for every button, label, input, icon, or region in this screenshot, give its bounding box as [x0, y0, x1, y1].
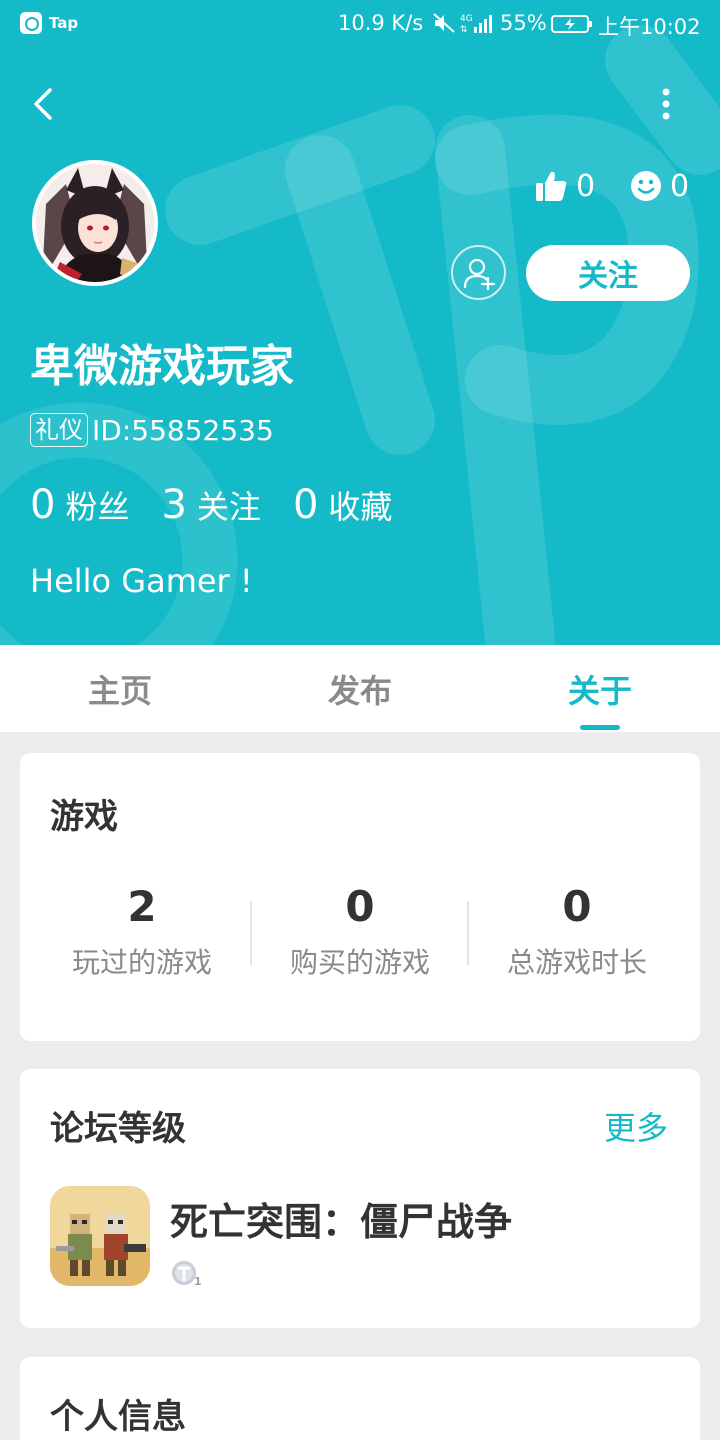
played-games-label: 玩过的游戏 [71, 946, 212, 979]
bio: Hello Gamer ! [30, 562, 253, 600]
user-id-row: 礼仪 ID:55852535 [30, 412, 274, 448]
favorites-label[interactable]: 收藏 [328, 482, 392, 528]
profile-header: Tap 10.9 K/s 4G ⇅ 55% 上午10:02 0 0 关注 卑微游… [0, 0, 720, 645]
smiles-count: 0 [670, 168, 690, 204]
more-options-button[interactable] [650, 84, 682, 124]
forum-level-title: 论坛等级 [50, 1109, 186, 1149]
clock: 上午10:02 [598, 15, 701, 39]
following-count[interactable]: 3 [161, 482, 186, 528]
purchased-games-stat[interactable]: 0 购买的游戏 [251, 881, 469, 983]
fans-count[interactable]: 0 [30, 482, 55, 528]
active-tab-indicator [580, 725, 620, 730]
purchased-games-count: 0 [345, 882, 375, 931]
user-id: ID:55852535 [92, 413, 274, 447]
playtime-stat[interactable]: 0 总游戏时长 [468, 881, 686, 983]
smile-icon [631, 171, 661, 201]
follow-stats: 0 粉丝 3 关注 0 收藏 [30, 482, 424, 532]
games-card: 游戏 2 玩过的游戏 0 购买的游戏 0 总游戏时长 [20, 753, 700, 1041]
forum-level-card: 论坛等级 更多 死亡突围：僵尸战争 1 [20, 1069, 700, 1328]
more-link[interactable]: 更多 [604, 1103, 668, 1149]
played-games-count: 2 [127, 882, 157, 931]
purchased-games-label: 购买的游戏 [289, 946, 430, 979]
playtime-value: 0 [562, 882, 592, 931]
game-icon-art [50, 1186, 150, 1286]
personal-info-title: 个人信息 [50, 1397, 186, 1437]
add-friend-button[interactable] [451, 245, 506, 300]
tab-posts[interactable]: 发布 [240, 645, 480, 732]
etiquette-badge[interactable]: 礼仪 [30, 413, 88, 447]
tab-home[interactable]: 主页 [0, 645, 240, 732]
following-label[interactable]: 关注 [197, 482, 261, 528]
status-app-name: Tap [49, 14, 79, 32]
signal-icon: 4G ⇅ [460, 14, 492, 34]
game-icon[interactable] [50, 1186, 150, 1286]
game-name[interactable]: 死亡突围：僵尸战争 [170, 1191, 512, 1246]
taptap-app-icon [20, 12, 42, 34]
add-user-icon [463, 258, 495, 290]
level-badge-icon: 1 [172, 1261, 202, 1287]
tap-watermark [0, 25, 720, 645]
personal-info-card: 个人信息 [20, 1357, 700, 1440]
playtime-label: 总游戏时长 [506, 946, 647, 979]
status-bar: Tap 10.9 K/s 4G ⇅ 55% 上午10:02 [0, 0, 720, 48]
likes-count: 0 [576, 168, 596, 204]
played-games-stat[interactable]: 2 玩过的游戏 [33, 881, 251, 983]
tab-about[interactable]: 关于 [480, 645, 720, 732]
mute-icon [433, 13, 455, 33]
level-number: 1 [194, 1275, 202, 1287]
battery-charging-icon [551, 15, 592, 33]
follow-button[interactable]: 关注 [526, 245, 690, 301]
svg-text:⇅: ⇅ [460, 25, 468, 34]
username: 卑微游戏玩家 [30, 341, 294, 392]
svg-text:4G: 4G [460, 14, 473, 24]
smiles-stat[interactable]: 0 [630, 166, 689, 206]
battery-percent: 55% [500, 11, 547, 35]
avatar-illustration [36, 164, 154, 282]
fans-label[interactable]: 粉丝 [65, 482, 129, 528]
profile-tabs: 主页 发布 关于 [0, 645, 720, 732]
back-button[interactable] [26, 84, 66, 124]
likes-stat[interactable]: 0 [534, 166, 595, 206]
games-title: 游戏 [50, 797, 118, 837]
avatar[interactable] [32, 160, 158, 286]
thumbs-up-icon [536, 171, 567, 201]
favorites-count[interactable]: 0 [293, 482, 318, 528]
network-speed: 10.9 K/s [338, 11, 424, 35]
